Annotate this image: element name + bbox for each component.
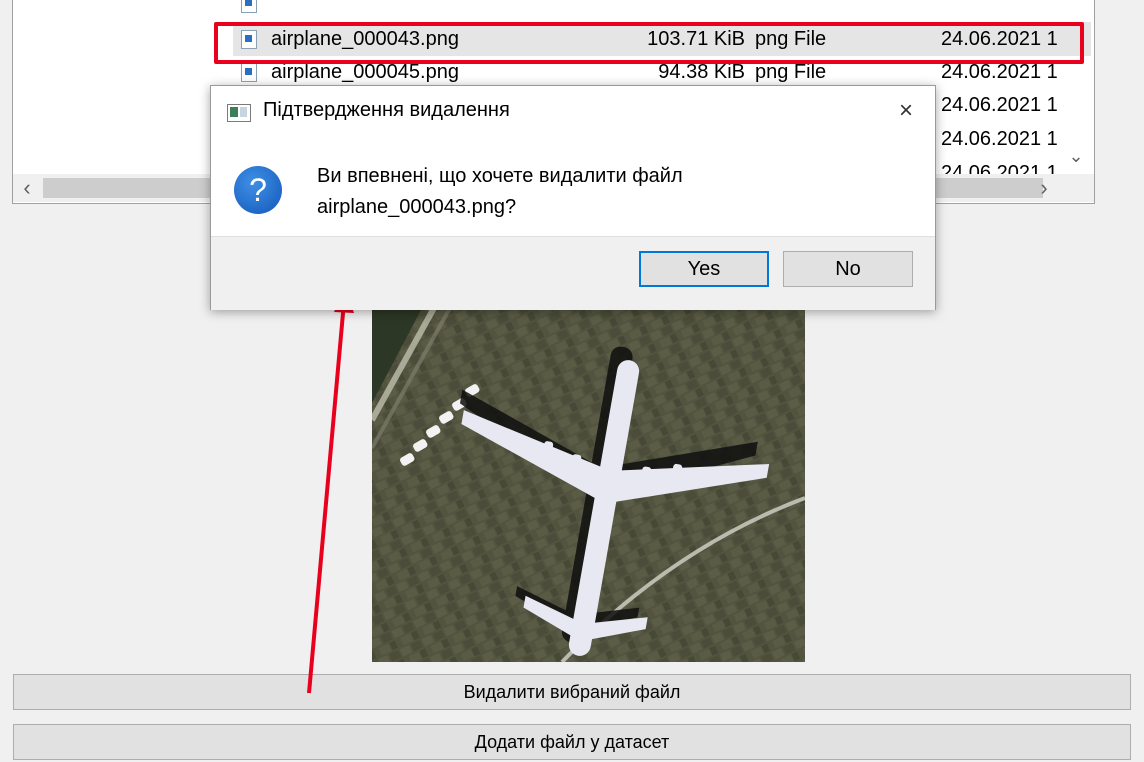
scroll-down-icon[interactable]: ⌄ — [1066, 146, 1086, 166]
dialog-title: Підтвердження видалення — [263, 99, 510, 121]
close-icon[interactable]: × — [891, 96, 921, 126]
file-date: 24.06.2021 1 — [941, 61, 1058, 83]
file-size: 94.38 KiB — [658, 61, 745, 83]
file-date: 24.06.2021 1 — [941, 94, 1058, 116]
file-name: airplane_000043.png — [271, 28, 459, 50]
png-file-icon — [241, 63, 257, 82]
png-file-icon — [241, 0, 257, 13]
dialog-message: Ви впевнені, що хочете видалити файл air… — [317, 161, 683, 223]
question-icon: ? — [234, 166, 282, 214]
yes-button[interactable]: Yes — [639, 251, 769, 287]
file-date: 24.06.2021 1 — [941, 128, 1058, 150]
delete-selected-file-button[interactable]: Видалити вибраний файл — [13, 674, 1131, 710]
file-type: png File — [755, 61, 827, 83]
png-file-icon — [241, 30, 257, 49]
add-file-to-dataset-button[interactable]: Додати файл у датасет — [13, 724, 1131, 760]
airplane-aerial-image — [372, 308, 805, 662]
dialog-message-line2: airplane_000043.png? — [317, 196, 517, 218]
file-type: png File — [755, 28, 827, 50]
delete-confirmation-dialog: Підтвердження видалення × ? Ви впевнені,… — [210, 85, 936, 310]
app-window-icon — [227, 104, 251, 122]
dialog-footer: Yes No — [211, 236, 935, 310]
dialog-titlebar[interactable]: Підтвердження видалення × — [211, 86, 935, 138]
file-name: airplane_000045.png — [271, 61, 459, 83]
dialog-message-line1: Ви впевнені, що хочете видалити файл — [317, 165, 683, 187]
image-preview — [372, 308, 805, 662]
scroll-right-icon[interactable]: › — [1030, 174, 1058, 202]
file-row-selected[interactable]: airplane_000043.png 103.71 KiB png File … — [233, 22, 1091, 56]
file-size: 103.71 KiB — [647, 28, 745, 50]
file-row[interactable]: airplane_000045.png 94.38 KiB png File 2… — [233, 55, 1091, 89]
no-button[interactable]: No — [783, 251, 913, 287]
scroll-left-icon[interactable]: ‹ — [13, 174, 41, 202]
file-date: 24.06.2021 1 — [941, 28, 1058, 50]
file-row[interactable] — [233, 0, 1091, 20]
